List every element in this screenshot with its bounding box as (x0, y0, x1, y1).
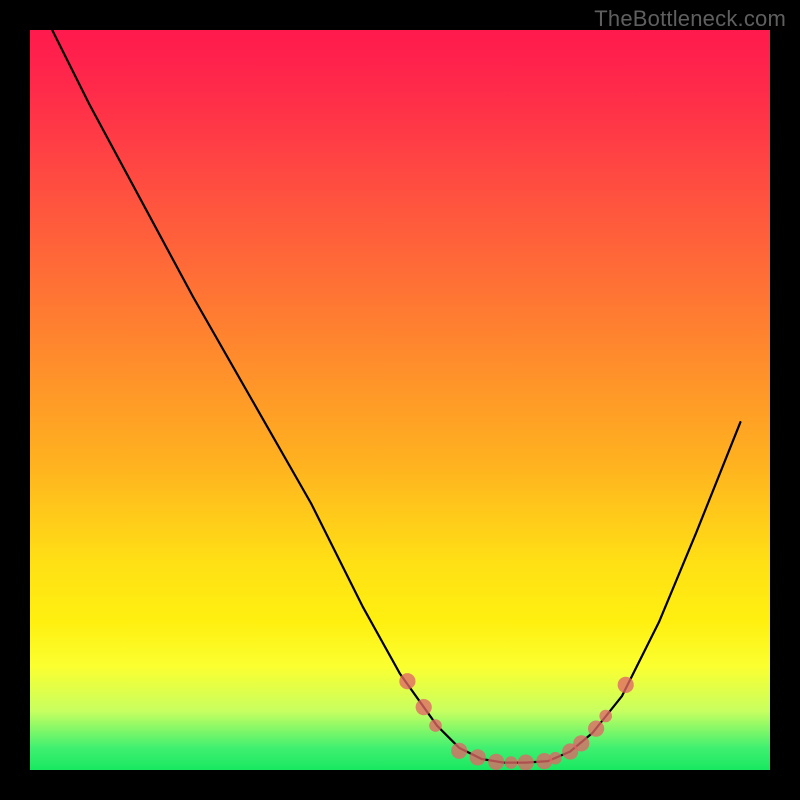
curve-marker (599, 710, 612, 723)
curve-marker (588, 721, 604, 737)
chart-plot-area (30, 30, 770, 770)
curve-marker (618, 677, 634, 693)
curve-marker (429, 719, 442, 732)
curve-marker (549, 752, 562, 765)
curve-marker (416, 699, 432, 715)
curve-marker (505, 756, 518, 769)
curve-marker (488, 754, 504, 770)
watermark-text: TheBottleneck.com (594, 6, 786, 32)
curve-marker (470, 749, 486, 765)
bottleneck-curve-line (52, 30, 740, 763)
curve-marker (573, 735, 589, 751)
curve-marker (399, 673, 415, 689)
chart-svg (30, 30, 770, 770)
curve-marker-group (399, 673, 634, 770)
curve-marker (518, 755, 534, 771)
curve-marker (451, 743, 467, 759)
